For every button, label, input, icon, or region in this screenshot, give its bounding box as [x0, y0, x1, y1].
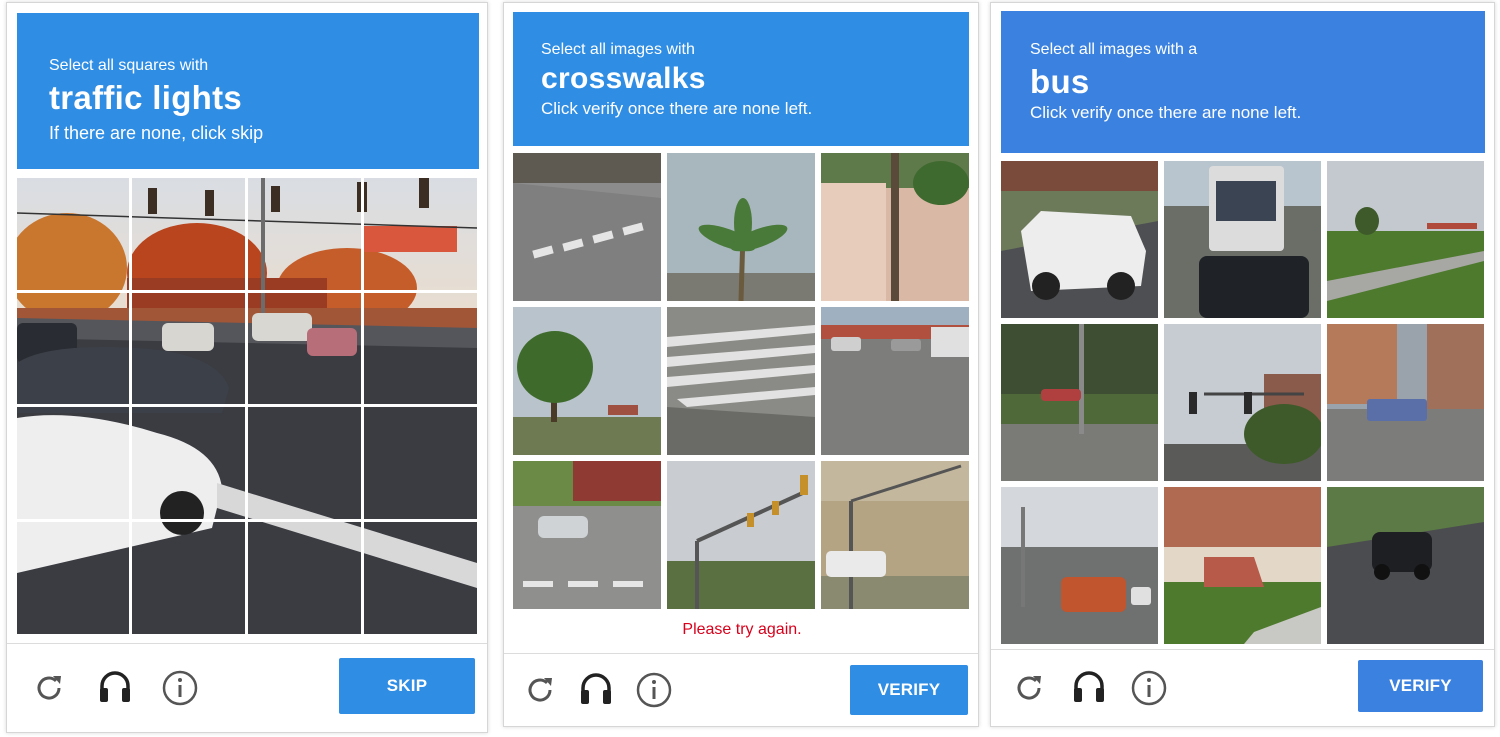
info-icon[interactable] — [160, 668, 200, 708]
grid-cell[interactable] — [132, 520, 247, 634]
prompt-hint: If there are none, click skip — [49, 123, 264, 143]
image-tile[interactable] — [1164, 487, 1321, 644]
image-grid — [1001, 161, 1485, 644]
image-tile[interactable] — [1001, 487, 1158, 644]
grid-cell[interactable] — [17, 406, 132, 520]
image-tile[interactable] — [667, 307, 815, 455]
grid-cell[interactable] — [17, 178, 132, 292]
challenge-footer: VERIFY — [991, 649, 1494, 726]
image-tile[interactable] — [1327, 324, 1484, 481]
grid-cell[interactable] — [362, 292, 477, 406]
image-tile[interactable] — [513, 153, 661, 301]
grid-cell[interactable] — [132, 178, 247, 292]
prompt-target: crosswalks — [541, 62, 706, 95]
audio-icon[interactable] — [1069, 666, 1109, 706]
challenge-header: Select all images with a bus Click verif… — [1001, 11, 1485, 153]
image-grid — [513, 153, 969, 611]
captcha-panel-traffic-lights: Select all squares with traffic lights I… — [6, 2, 488, 733]
reload-icon[interactable] — [520, 670, 560, 710]
audio-icon[interactable] — [576, 668, 616, 708]
image-tile[interactable] — [1327, 487, 1484, 644]
error-message: Please try again. — [682, 621, 802, 638]
image-tile[interactable] — [821, 153, 969, 301]
image-tile[interactable] — [667, 153, 815, 301]
challenge-footer: VERIFY — [504, 653, 978, 726]
grid-cell[interactable] — [247, 292, 362, 406]
skip-button[interactable]: SKIP — [339, 658, 475, 714]
grid-cell[interactable] — [132, 406, 247, 520]
image-grid — [17, 178, 477, 634]
audio-icon[interactable] — [95, 666, 135, 706]
image-tile[interactable] — [513, 307, 661, 455]
grid-cell[interactable] — [17, 292, 132, 406]
challenge-header: Select all squares with traffic lights I… — [17, 13, 479, 169]
image-tile[interactable] — [1001, 324, 1158, 481]
prompt-instruction: Select all squares with — [49, 57, 209, 74]
prompt-target: traffic lights — [49, 79, 243, 116]
image-tile[interactable] — [821, 461, 969, 609]
grid-cell[interactable] — [17, 520, 132, 634]
image-tile[interactable] — [821, 307, 969, 455]
reload-icon[interactable] — [1009, 668, 1049, 708]
image-tile[interactable] — [667, 461, 815, 609]
image-tile[interactable] — [1164, 161, 1321, 318]
captcha-panel-bus: Select all images with a bus Click verif… — [990, 2, 1495, 727]
info-icon[interactable] — [634, 670, 674, 710]
prompt-hint: Click verify once there are none left. — [541, 99, 813, 118]
grid-cell[interactable] — [132, 292, 247, 406]
reload-icon[interactable] — [29, 668, 69, 708]
prompt-instruction: Select all images with — [541, 41, 695, 58]
image-tile[interactable] — [1327, 161, 1484, 318]
grid-cell[interactable] — [247, 520, 362, 634]
verify-button[interactable]: VERIFY — [850, 665, 968, 715]
verify-button[interactable]: VERIFY — [1358, 660, 1483, 712]
challenge-header: Select all images with crosswalks Click … — [513, 12, 969, 146]
image-tile[interactable] — [1001, 161, 1158, 318]
info-icon[interactable] — [1129, 668, 1169, 708]
image-tile[interactable] — [513, 461, 661, 609]
challenge-footer: SKIP — [7, 643, 487, 732]
prompt-hint: Click verify once there are none left. — [1030, 103, 1302, 122]
grid-cell[interactable] — [362, 178, 477, 292]
grid-cell[interactable] — [247, 406, 362, 520]
image-tile[interactable] — [1164, 324, 1321, 481]
prompt-target: bus — [1030, 63, 1090, 100]
grid-cell[interactable] — [247, 178, 362, 292]
grid-cell[interactable] — [362, 520, 477, 634]
grid-cell[interactable] — [362, 406, 477, 520]
prompt-instruction: Select all images with a — [1030, 41, 1198, 58]
captcha-panel-crosswalks: Select all images with crosswalks Click … — [503, 2, 979, 727]
